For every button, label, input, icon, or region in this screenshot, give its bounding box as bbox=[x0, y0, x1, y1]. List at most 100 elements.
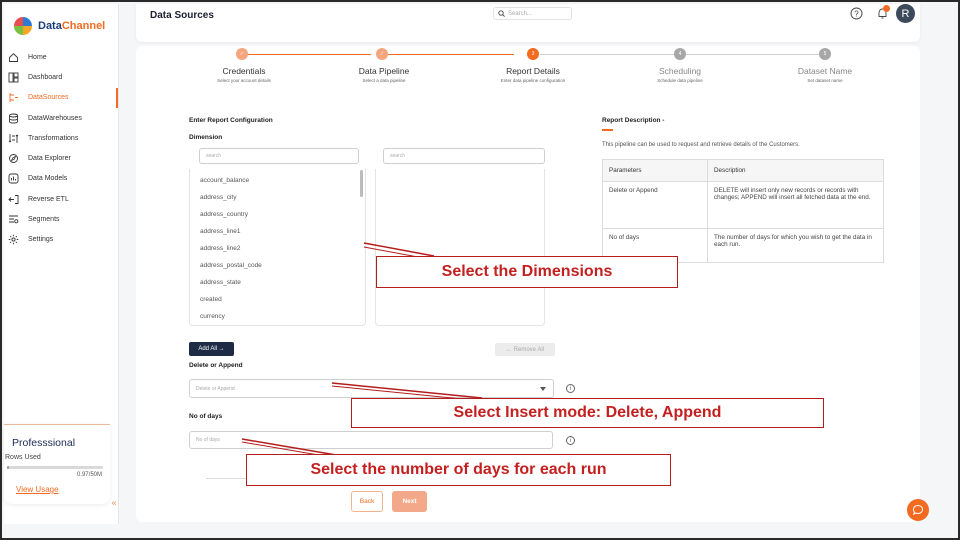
selected-search-placeholder: search bbox=[390, 153, 406, 159]
dimension-search-placeholder: search bbox=[206, 153, 222, 159]
title-underline bbox=[602, 129, 613, 131]
delete-append-placeholder: Delete or Append bbox=[196, 385, 235, 392]
days-input[interactable]: No of days bbox=[189, 431, 553, 449]
segments-icon bbox=[8, 214, 19, 225]
next-button[interactable]: Next bbox=[392, 491, 427, 512]
table-header-cell: Description bbox=[707, 159, 884, 182]
section-title: Enter Report Configuration bbox=[189, 117, 273, 124]
collapse-sidebar-icon[interactable]: « bbox=[111, 498, 117, 509]
datasources-icon bbox=[8, 92, 19, 103]
info-icon[interactable]: i bbox=[566, 384, 575, 393]
sidebar-item-data-models[interactable]: Data Models bbox=[4, 169, 118, 189]
home-icon bbox=[8, 52, 19, 63]
table-cell: DELETE will insert only new records or r… bbox=[707, 181, 884, 229]
brand-name-part2: Channel bbox=[61, 20, 106, 32]
step-3-marker: 3 bbox=[527, 48, 539, 60]
list-scrollbar[interactable] bbox=[360, 170, 363, 197]
sidebar-item-home[interactable]: Home bbox=[4, 47, 118, 67]
help-icon[interactable]: ? bbox=[850, 7, 863, 20]
search-icon bbox=[498, 10, 505, 17]
sidebar-item-label: Dashboard bbox=[28, 73, 63, 81]
divider bbox=[206, 478, 246, 479]
svg-text:?: ? bbox=[854, 9, 859, 18]
dashboard-icon bbox=[8, 72, 19, 83]
view-usage-link[interactable]: View Usage bbox=[4, 478, 110, 494]
step-4-title: Scheduling bbox=[658, 66, 702, 76]
top-bar: Data Sources Search... ? R bbox=[136, 4, 920, 42]
dimension-search-input[interactable]: search bbox=[199, 148, 359, 164]
dimension-label: Dimension bbox=[189, 134, 223, 141]
sidebar-item-label: Settings bbox=[28, 236, 54, 244]
list-item[interactable]: currency bbox=[190, 308, 365, 325]
step-3-subtitle: Enter data pipeline configuration bbox=[500, 78, 566, 83]
sidebar-item-segments[interactable]: Segments bbox=[4, 209, 118, 229]
reverse-etl-icon bbox=[8, 194, 19, 205]
step-4-subtitle: Schedule data pipeline bbox=[657, 78, 703, 83]
rows-used-value: 0.97/50M bbox=[76, 472, 102, 478]
parameters-table: Parameters Description Delete or Append … bbox=[602, 159, 884, 263]
sidebar-item-transformations[interactable]: Transformations bbox=[4, 128, 118, 148]
brand-logo[interactable]: Data Channel bbox=[4, 4, 118, 48]
sidebar-item-label: Data Models bbox=[28, 175, 68, 183]
step-connector bbox=[388, 54, 514, 55]
step-5-marker: 5 bbox=[819, 48, 831, 60]
table-header-row: Parameters Description bbox=[602, 159, 884, 182]
step-1-subtitle: Select your account details bbox=[217, 78, 271, 83]
transform-icon bbox=[8, 133, 19, 144]
back-button[interactable]: Back bbox=[351, 491, 383, 512]
sidebar-item-label: Data Explorer bbox=[28, 155, 71, 163]
info-icon[interactable]: i bbox=[566, 436, 575, 445]
search-input[interactable]: Search... bbox=[493, 7, 572, 20]
plan-name: Professsional bbox=[12, 437, 76, 449]
delete-append-select[interactable]: Delete or Append bbox=[189, 379, 554, 398]
avatar[interactable]: R bbox=[896, 4, 915, 23]
step-2-subtitle: Select a data pipeline bbox=[362, 78, 406, 83]
step-5-title: Dataset Name bbox=[797, 66, 853, 76]
list-item[interactable]: address_country bbox=[190, 206, 365, 223]
explorer-icon bbox=[8, 153, 19, 164]
models-icon bbox=[8, 173, 19, 184]
list-item[interactable]: address_line1 bbox=[190, 223, 365, 240]
sidebar-item-label: Home bbox=[28, 53, 47, 61]
list-item[interactable]: address_state bbox=[190, 274, 365, 291]
callout-insert-mode: Select Insert mode: Delete, Append bbox=[351, 398, 824, 428]
step-5-subtitle: Set dataset name bbox=[807, 78, 843, 83]
rows-used-label: Rows Used bbox=[5, 454, 41, 461]
chat-icon bbox=[912, 504, 924, 516]
days-label: No of days bbox=[189, 413, 223, 420]
dimension-list[interactable]: account_balance address_city address_cou… bbox=[189, 169, 366, 326]
step-connector bbox=[248, 54, 371, 55]
step-1-title: Credentials bbox=[222, 66, 266, 76]
sidebar-item-data-explorer[interactable]: Data Explorer bbox=[4, 148, 118, 168]
sidebar-item-datawarehouses[interactable]: DataWarehouses bbox=[4, 108, 118, 128]
brand-name-part1: Data bbox=[38, 20, 62, 32]
table-cell: The number of days for which you wish to… bbox=[707, 228, 884, 263]
delete-append-label: Delete or Append bbox=[189, 362, 243, 369]
step-1-marker: ✓ bbox=[236, 48, 248, 60]
app-frame: Data Channel Home Dashboard DataSources D… bbox=[0, 0, 960, 540]
selected-dimension-list[interactable] bbox=[375, 169, 545, 326]
table-header-cell: Parameters bbox=[602, 159, 708, 182]
sidebar-item-reverse-etl[interactable]: Reverse ETL bbox=[4, 189, 118, 209]
list-item[interactable]: account_balance bbox=[190, 172, 365, 189]
list-item[interactable]: created bbox=[190, 291, 365, 308]
settings-icon bbox=[8, 234, 19, 245]
sidebar-item-label: DataWarehouses bbox=[28, 114, 82, 122]
sidebar-item-label: Transformations bbox=[28, 134, 79, 142]
report-description-text: This pipeline can be used to request and… bbox=[602, 142, 800, 148]
chat-button[interactable] bbox=[907, 499, 929, 521]
sidebar-item-dashboard[interactable]: Dashboard bbox=[4, 67, 118, 87]
page-title: Data Sources bbox=[150, 10, 214, 21]
sidebar-item-settings[interactable]: Settings bbox=[4, 230, 118, 250]
remove-all-button[interactable]: ← Remove All bbox=[495, 343, 555, 356]
list-item[interactable]: address_postal_code bbox=[190, 257, 365, 274]
selected-search-input[interactable]: search bbox=[383, 148, 545, 164]
add-all-button[interactable]: Add All → bbox=[189, 342, 234, 356]
sidebar-item-datasources[interactable]: DataSources bbox=[4, 87, 118, 108]
plan-usage-card: Professsional Rows Used 0.97/50M View Us… bbox=[4, 424, 110, 504]
datachannel-logo-icon bbox=[14, 17, 32, 35]
list-item[interactable]: address_city bbox=[190, 189, 365, 206]
sidebar-item-label: Reverse ETL bbox=[28, 195, 69, 203]
callout-days: Select the number of days for each run bbox=[246, 454, 671, 486]
list-item[interactable]: address_line2 bbox=[190, 240, 365, 257]
